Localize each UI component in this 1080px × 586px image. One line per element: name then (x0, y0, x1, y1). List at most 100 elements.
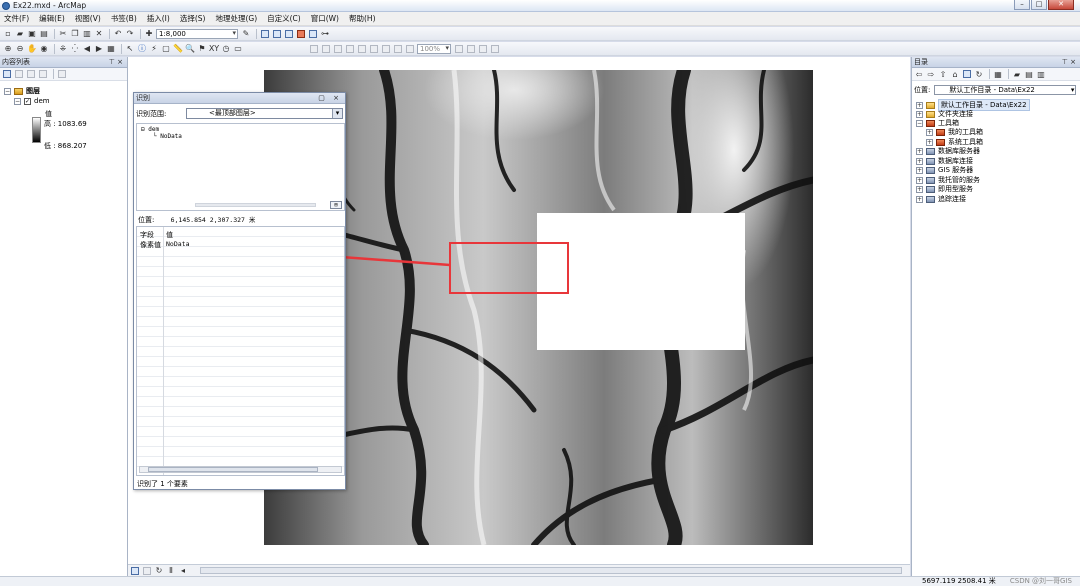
redo-icon[interactable]: ↷ (125, 29, 135, 39)
select-features-icon[interactable]: ▦ (106, 44, 116, 54)
tree-root-row[interactable]: ⊟ dem (141, 126, 340, 133)
list-by-selection-icon[interactable] (38, 69, 48, 79)
menu-insert[interactable]: 插入(I) (147, 13, 170, 24)
time-slider-icon[interactable]: ◷ (221, 44, 231, 54)
zoom-in-icon[interactable]: ⊕ (3, 44, 13, 54)
minimize-button[interactable]: – (1014, 0, 1030, 10)
tree-child-row[interactable]: └ NoData (141, 133, 340, 140)
tree-options-icon[interactable]: ▤ (330, 201, 342, 209)
catalog-item-my-toolboxes[interactable]: + 我的工具箱 (926, 127, 983, 137)
hyperlink-icon[interactable]: ⚡ (149, 44, 159, 54)
delete-icon[interactable]: ✕ (94, 29, 104, 39)
expand-icon[interactable]: + (926, 128, 933, 136)
tree-scrollbar[interactable] (195, 203, 316, 207)
collapse-icon[interactable]: − (916, 119, 923, 127)
expand-icon[interactable]: + (916, 195, 923, 203)
model-builder-icon[interactable]: ⊶ (320, 29, 330, 39)
expand-icon[interactable]: + (926, 138, 933, 146)
paste-icon[interactable]: ▥ (82, 29, 92, 39)
identify-from-select[interactable]: <最顶部图层> (186, 108, 343, 119)
menu-bookmarks[interactable]: 书签(B) (111, 13, 137, 24)
fixed-zoom-in-icon[interactable]: ⁜ (58, 44, 68, 54)
layout-view-icon[interactable] (142, 566, 152, 576)
toc-pin-close[interactable]: ⊤ × (109, 57, 123, 68)
zoom-out-icon[interactable]: ⊖ (15, 44, 25, 54)
catalog-item-gis-servers[interactable]: + GIS 服务器 (916, 165, 973, 175)
menu-selection[interactable]: 选择(S) (180, 13, 206, 24)
expand-icon[interactable]: + (916, 110, 923, 118)
go-to-xy-icon[interactable]: XY (209, 44, 219, 54)
fixed-zoom-out-icon[interactable]: ⁛ (70, 44, 80, 54)
catalog-views-icon[interactable]: ▦ (993, 69, 1003, 79)
catalog-item-database-servers[interactable]: + 数据库服务器 (916, 146, 980, 156)
save-icon[interactable]: ▣ (27, 29, 37, 39)
menu-geoprocessing[interactable]: 地理处理(G) (215, 13, 257, 24)
catalog-up-icon[interactable]: ⇧ (938, 69, 948, 79)
list-by-drawing-order-icon[interactable] (2, 69, 12, 79)
toc-options-icon[interactable] (57, 69, 67, 79)
pan-icon[interactable]: ✋ (27, 44, 37, 54)
catalog-home-icon[interactable]: ⌂ (950, 69, 960, 79)
catalog-toggle-icon[interactable]: ▤ (1024, 69, 1034, 79)
data-view-icon[interactable] (130, 566, 140, 576)
arctoolbox-icon[interactable] (296, 29, 306, 39)
catalog-location-combo[interactable]: 默认工作目录 - Data\Ex22 (934, 85, 1077, 95)
menu-windows[interactable]: 窗口(W) (311, 13, 339, 24)
expand-icon[interactable]: + (916, 101, 923, 109)
select-elements-icon[interactable]: ↖ (125, 44, 135, 54)
map-horizontal-scrollbar[interactable] (200, 567, 902, 574)
grid-horizontal-scrollbar[interactable] (139, 466, 342, 473)
toc-window-icon[interactable] (260, 29, 270, 39)
html-popup-icon[interactable]: ▢ (161, 44, 171, 54)
python-window-icon[interactable] (308, 29, 318, 39)
menu-view[interactable]: 视图(V) (75, 13, 101, 24)
list-by-source-icon[interactable] (14, 69, 24, 79)
full-extent-icon[interactable]: ◉ (39, 44, 49, 54)
editor-icon[interactable]: ✎ (241, 29, 251, 39)
list-by-visibility-icon[interactable] (26, 69, 36, 79)
catalog-item-ready-to-use-services[interactable]: + 即用型服务 (916, 184, 973, 194)
identify-icon[interactable]: ⓘ (137, 44, 147, 54)
identify-window-controls[interactable]: ▢ × (318, 93, 342, 104)
scroll-left-icon[interactable]: ◂ (178, 566, 188, 576)
measure-icon[interactable]: 📏 (173, 44, 183, 54)
expand-icon[interactable]: + (916, 166, 923, 174)
pause-drawing-icon[interactable]: Ⅱ (166, 566, 176, 576)
find-icon[interactable]: 🔍 (185, 44, 195, 54)
expand-icon[interactable]: + (916, 185, 923, 193)
expand-icon[interactable]: + (916, 147, 923, 155)
dem-layer-row[interactable]: − ✓ dem (14, 97, 50, 105)
menu-customize[interactable]: 自定义(C) (267, 13, 301, 24)
menu-help[interactable]: 帮助(H) (349, 13, 376, 24)
forward-icon[interactable]: ▶ (94, 44, 104, 54)
collapse-icon[interactable]: − (4, 87, 11, 95)
scale-combo[interactable]: 1:8,000 (156, 28, 238, 39)
catalog-forward-icon[interactable]: ⇨ (926, 69, 936, 79)
print-icon[interactable]: ▤ (39, 29, 49, 39)
find-route-icon[interactable]: ⚑ (197, 44, 207, 54)
expand-icon[interactable]: + (916, 176, 923, 184)
menu-file[interactable]: 文件(F) (4, 13, 29, 24)
close-button[interactable]: ✕ (1048, 0, 1074, 10)
menu-edit[interactable]: 编辑(E) (39, 13, 65, 24)
catalog-window-icon[interactable] (272, 29, 282, 39)
catalog-pin-close[interactable]: ⊤ × (1062, 57, 1076, 68)
new-document-icon[interactable]: ▫ (3, 29, 13, 39)
back-icon[interactable]: ◀ (82, 44, 92, 54)
layers-group-row[interactable]: − 图层 (4, 86, 40, 96)
create-viewer-icon[interactable]: ▭ (233, 44, 243, 54)
refresh-icon[interactable]: ↻ (154, 566, 164, 576)
expand-icon[interactable]: + (916, 157, 923, 165)
maximize-button[interactable]: □ (1031, 0, 1047, 10)
collapse-icon[interactable]: − (14, 97, 21, 105)
catalog-new-folder-icon[interactable]: ▰ (1012, 69, 1022, 79)
layer-visibility-checkbox[interactable]: ✓ (24, 97, 31, 105)
open-folder-icon[interactable]: ▰ (15, 29, 25, 39)
catalog-connect-folder-icon[interactable] (962, 69, 972, 79)
catalog-item-tracking-connections[interactable]: + 追踪连接 (916, 194, 966, 204)
catalog-refresh-icon[interactable]: ↻ (974, 69, 984, 79)
cut-icon[interactable]: ✂ (58, 29, 68, 39)
undo-icon[interactable]: ↶ (113, 29, 123, 39)
scrollbar-thumb[interactable] (148, 467, 318, 472)
catalog-back-icon[interactable]: ⇦ (914, 69, 924, 79)
